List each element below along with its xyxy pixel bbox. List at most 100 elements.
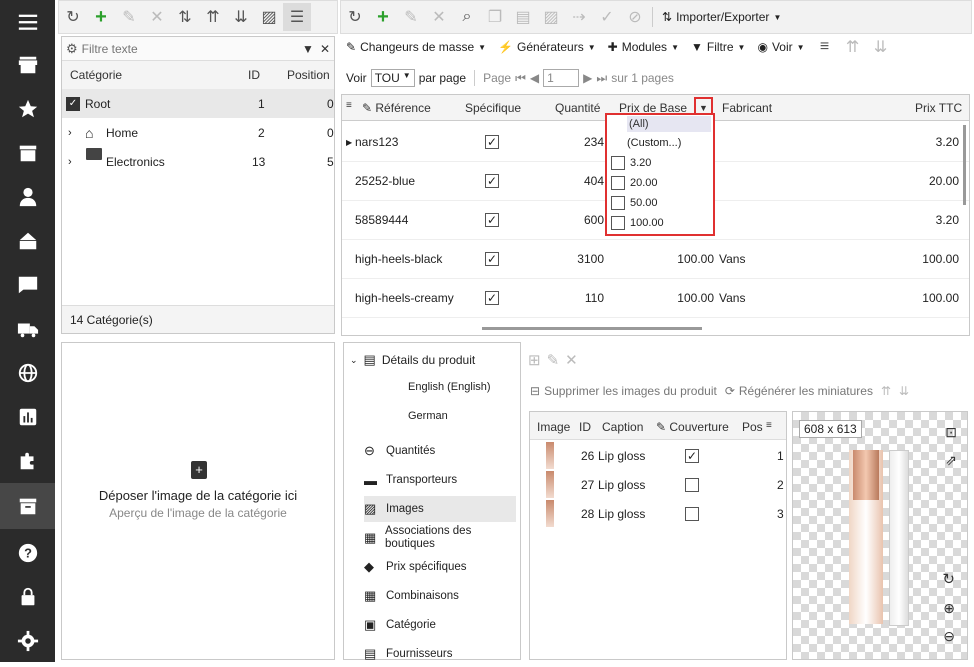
page-input[interactable]: 1: [543, 69, 580, 87]
col-category[interactable]: Catégorie: [70, 68, 122, 82]
filter-option[interactable]: 3.20: [611, 156, 651, 170]
refresh-icon[interactable]: ↻: [341, 3, 369, 31]
per-page-select[interactable]: TOU ▼: [370, 69, 415, 87]
chevron-right-icon[interactable]: ›: [68, 127, 72, 139]
filter-option-custom[interactable]: (Custom...): [627, 137, 681, 149]
cell-specific[interactable]: [485, 135, 499, 149]
image-row[interactable]: 27 Lip gloss 2: [530, 470, 786, 499]
chat-icon[interactable]: [0, 263, 55, 307]
product-row[interactable]: high-heels-black 3100 100.00 Vans 100.00: [342, 240, 969, 279]
col-reference[interactable]: ✎ Référence: [362, 101, 431, 115]
cell-cover[interactable]: [685, 448, 699, 463]
copy-icon[interactable]: ❐: [481, 3, 509, 31]
tree-row-home[interactable]: › ⌂ Home 2 0: [62, 118, 334, 147]
open-external-icon[interactable]: ⇗: [945, 452, 957, 469]
search-icon[interactable]: ⌕: [453, 3, 481, 31]
image-icon[interactable]: ▨: [537, 3, 565, 31]
details-item[interactable]: ▬ Transporteurs: [364, 467, 516, 493]
delete-icon[interactable]: ✕: [143, 3, 171, 31]
move-icon[interactable]: ⇢: [565, 3, 593, 31]
last-page-icon[interactable]: ⏭: [596, 71, 607, 86]
col-image[interactable]: Image: [537, 420, 570, 434]
lock-icon[interactable]: [0, 575, 55, 619]
lang-german[interactable]: German: [408, 410, 448, 422]
filter-list-icon[interactable]: ☰: [283, 3, 311, 31]
prev-page-icon[interactable]: ◀: [530, 71, 539, 85]
move-up-icon[interactable]: ⇈: [839, 33, 867, 61]
regen-thumbs-button[interactable]: ⟳ Régénérer les miniatures: [725, 384, 873, 398]
filter-option[interactable]: 50.00: [611, 196, 658, 210]
delete-images-button[interactable]: ⊟ Supprimer les images du produit: [530, 384, 717, 398]
move-up-icon[interactable]: ⇈: [881, 384, 891, 398]
add-icon[interactable]: +: [87, 3, 115, 31]
delete-icon[interactable]: ✕: [425, 3, 453, 31]
filter-option[interactable]: 100.00: [611, 216, 664, 230]
puzzle-icon[interactable]: [0, 439, 55, 483]
cell-cover[interactable]: [685, 477, 699, 492]
bulk-changers-button[interactable]: ✎ Changeurs de masse ▼: [340, 34, 492, 60]
import-export-button[interactable]: ⇅ Importer/Exporter ▼: [656, 4, 787, 30]
move-down-icon[interactable]: ⇊: [227, 3, 255, 31]
sort-icon[interactable]: ⇅: [171, 3, 199, 31]
cell-specific[interactable]: [485, 291, 499, 305]
details-item[interactable]: ▦ Combinaisons: [364, 583, 516, 609]
col-id[interactable]: ID: [248, 68, 260, 82]
details-root[interactable]: ⌄ ▤ Détails du produit: [350, 352, 475, 368]
zoom-out-icon[interactable]: ⊖: [943, 628, 955, 645]
rotate-icon[interactable]: ↻: [942, 570, 955, 588]
edit-icon[interactable]: ✎: [115, 3, 143, 31]
user-icon[interactable]: [0, 175, 55, 219]
filter-option-checkbox[interactable]: [611, 156, 625, 170]
star-icon[interactable]: [0, 87, 55, 131]
details-item[interactable]: ◆ Prix spécifiques: [364, 554, 516, 580]
filter-text-input[interactable]: [81, 41, 303, 56]
filter-option-checkbox[interactable]: [611, 196, 625, 210]
menu-icon[interactable]: [0, 0, 55, 44]
view-button[interactable]: ◉ Voir ▼: [751, 34, 810, 60]
chevron-down-icon[interactable]: ⌄: [350, 355, 358, 366]
move-down-icon[interactable]: ⇊: [867, 33, 895, 61]
actual-size-icon[interactable]: ⊡: [945, 424, 957, 441]
filter-option-all[interactable]: (All): [627, 116, 711, 132]
disable-icon[interactable]: ⊘: [621, 3, 649, 31]
horizontal-scrollbar[interactable]: [482, 327, 702, 330]
cell-specific[interactable]: [485, 213, 499, 227]
filter-option-checkbox[interactable]: [611, 216, 625, 230]
details-item[interactable]: ▦ Associations des boutiques: [364, 525, 516, 551]
col-caption[interactable]: Caption: [602, 420, 643, 434]
refresh-icon[interactable]: ↻: [59, 3, 87, 31]
column-menu-icon[interactable]: ≡: [346, 100, 352, 111]
font-size-icon[interactable]: ≡: [811, 33, 839, 61]
cell-cover[interactable]: [685, 506, 699, 521]
globe-icon[interactable]: [0, 351, 55, 395]
cell-specific[interactable]: [485, 174, 499, 188]
filter-option[interactable]: 20.00: [611, 176, 658, 190]
delete-image-icon[interactable]: ✕: [565, 351, 578, 369]
col-position[interactable]: Position: [287, 68, 330, 82]
sort-icon[interactable]: ≡: [766, 420, 772, 431]
category-image-dropzone[interactable]: + Déposer l'image de la catégorie ici Ap…: [61, 342, 335, 660]
details-item[interactable]: ▤ Fournisseurs: [364, 641, 516, 667]
col-price-ttc[interactable]: Prix TTC: [915, 101, 962, 115]
generators-button[interactable]: ⚡ Générateurs ▼: [492, 34, 602, 60]
cell-specific[interactable]: [485, 252, 499, 266]
edit-image-icon[interactable]: ✎: [547, 351, 560, 369]
box-icon[interactable]: [0, 131, 55, 175]
vertical-scrollbar[interactable]: [963, 125, 966, 205]
clear-filter-icon[interactable]: ✕: [320, 42, 330, 56]
details-item[interactable]: ▣ Catégorie: [364, 612, 516, 638]
edit-icon[interactable]: ✎: [397, 3, 425, 31]
image-edit-icon[interactable]: ▨: [255, 3, 283, 31]
basket-icon[interactable]: [0, 219, 55, 263]
move-down-icon[interactable]: ⇊: [899, 384, 909, 398]
details-item[interactable]: ⊖ Quantités: [364, 438, 516, 464]
product-row[interactable]: high-heels-creamy 110 100.00 Vans 100.00: [342, 279, 969, 318]
col-specific[interactable]: Spécifique: [465, 101, 521, 115]
zoom-in-icon[interactable]: ⊕: [943, 600, 955, 617]
lang-english[interactable]: English (English): [408, 381, 491, 393]
col-manufacturer[interactable]: Fabricant: [722, 101, 772, 115]
next-page-icon[interactable]: ▶: [583, 71, 592, 85]
filter-icon[interactable]: ▼: [302, 42, 314, 56]
paste-icon[interactable]: ▤: [509, 3, 537, 31]
truck-icon[interactable]: [0, 307, 55, 351]
